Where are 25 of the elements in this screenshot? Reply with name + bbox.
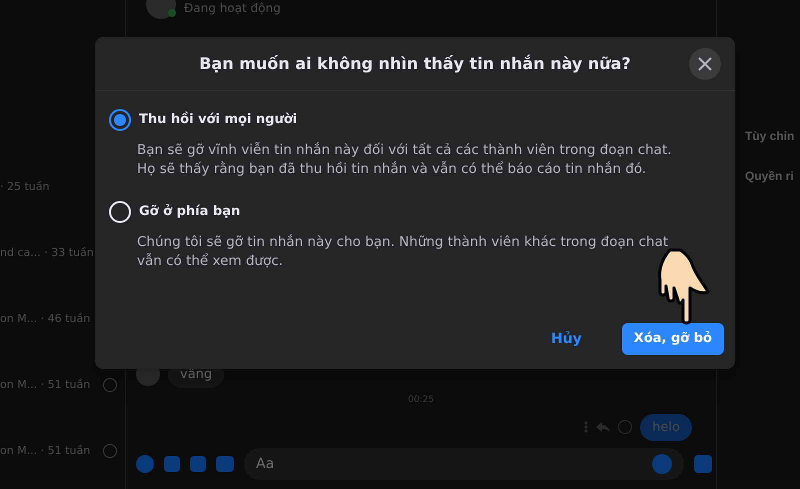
message-input[interactable]: Aa [244, 448, 684, 480]
settings-item[interactable]: Tùy chỉn [745, 127, 794, 145]
confirm-button[interactable]: Xóa, gỡ bỏ [622, 323, 724, 355]
message-bubble: helo [640, 414, 692, 441]
option-label: Thu hồi với mọi người [139, 110, 298, 130]
option-label: Gỡ ở phía bạn [139, 203, 240, 222]
more-icon [584, 421, 588, 434]
conversation-preview: on M... · 51 tuần [0, 442, 90, 459]
option-description: Bạn sẽ gỡ vĩnh viễn tin nhắn này đối với tất cả các thành viên trong đoạn chat. Họ sẽ thấy rằng bạn đã thu hồi tin nhắn và vẫn có thể báo cáo tin nhắn đó. [136, 141, 673, 179]
conversation-preview: nd ca... · 33 tuần [0, 244, 94, 261]
add-icon[interactable] [136, 455, 154, 473]
radio-button[interactable] [109, 109, 131, 131]
close-icon [698, 57, 712, 71]
reply-icon [596, 422, 610, 432]
check-icon [103, 444, 117, 458]
status-text: Đang hoạt động [184, 0, 281, 17]
conversation-preview: · 25 tuần [0, 178, 50, 195]
settings-item[interactable]: Quyền ri [745, 167, 794, 185]
check-icon [103, 378, 117, 392]
cancel-button[interactable]: Hủy [530, 323, 602, 355]
conversation-preview: on M... · 46 tuần [0, 310, 90, 327]
option-description: Chúng tôi sẽ gỡ tin nhắn này cho bạn. Những thành viên khác trong đoạn chat vẫn có thể xem được. [136, 233, 670, 271]
conversation-preview: on M... · 51 tuần [0, 376, 90, 393]
dialog-title: Bạn muốn ai không nhìn thấy tin nhắn này nữa? [199, 52, 631, 74]
close-button[interactable] [689, 48, 721, 80]
